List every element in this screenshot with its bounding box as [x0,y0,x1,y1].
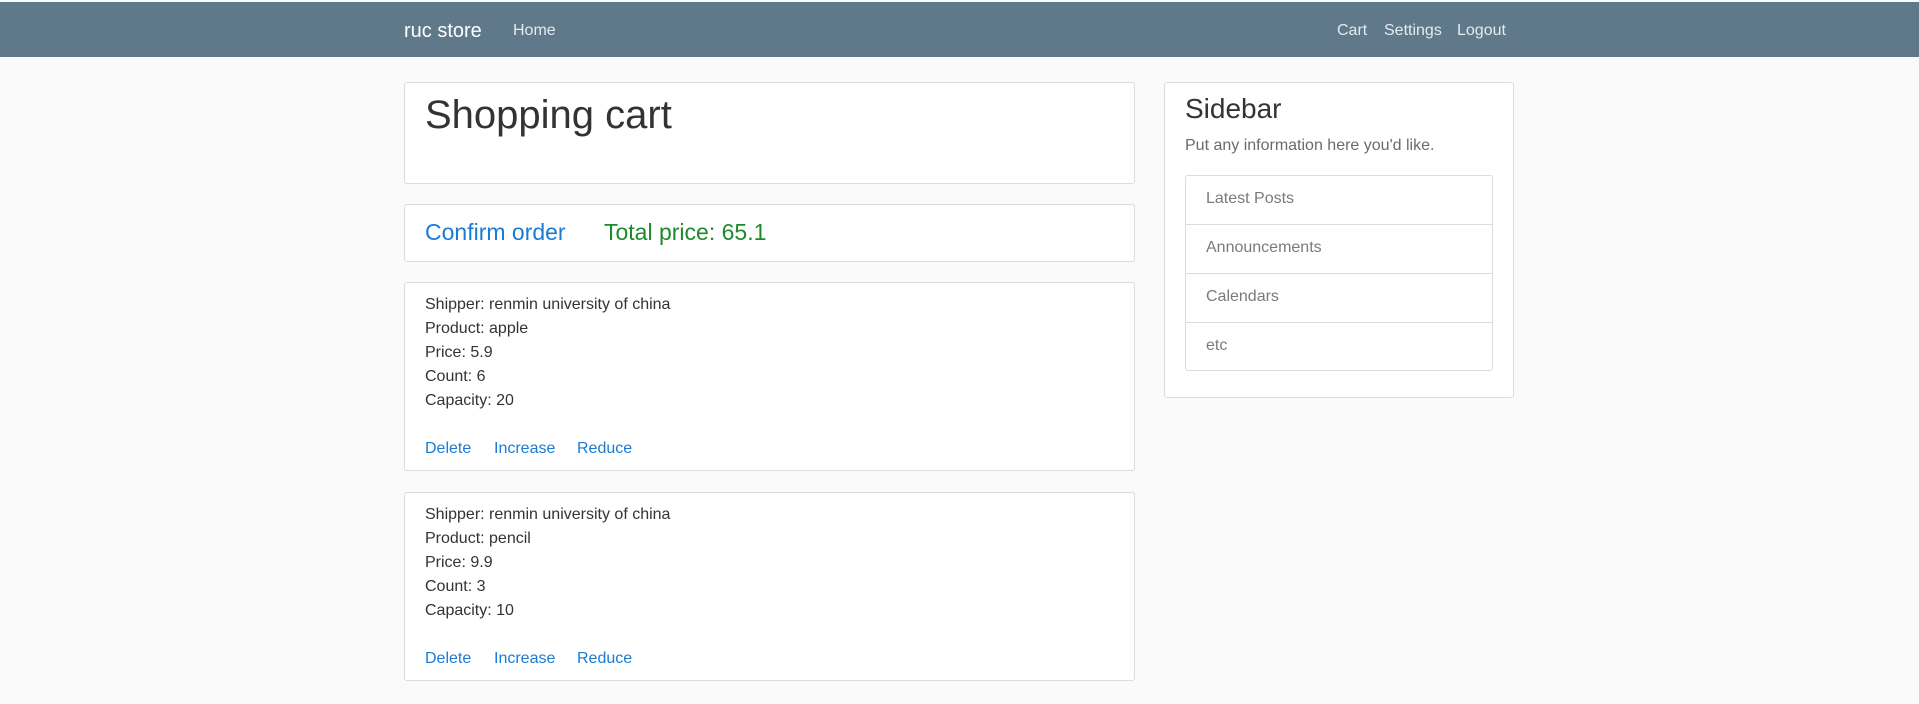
order-summary-card: Confirm order Total price: 65.1 [404,204,1135,262]
total-price: Total price: 65.1 [604,219,767,245]
reduce-link[interactable]: Reduce [577,440,632,458]
item-shipper: Shipper: renmin university of china [425,506,671,523]
nav-cart-link[interactable]: Cart [1337,22,1367,40]
sidebar-title: Sidebar [1185,93,1282,124]
sidebar-item-latest-posts[interactable]: Latest Posts [1186,176,1492,225]
delete-link[interactable]: Delete [425,440,471,458]
item-product: Product: pencil [425,530,531,547]
sidebar-item-etc[interactable]: etc [1186,323,1492,372]
item-capacity: Capacity: 20 [425,392,514,409]
nav-settings-link[interactable]: Settings [1384,22,1442,40]
sidebar-item-label: Calendars [1206,288,1279,305]
nav-home-link[interactable]: Home [513,22,556,40]
item-price: Price: 9.9 [425,554,493,571]
increase-link[interactable]: Increase [494,440,555,458]
cart-item: Shipper: renmin university of china Prod… [404,282,1135,471]
page-title-card: Shopping cart [404,82,1135,184]
sidebar-description: Put any information here you'd like. [1185,137,1435,154]
reduce-link[interactable]: Reduce [577,650,632,668]
item-product: Product: apple [425,320,529,337]
sidebar-item-announcements[interactable]: Announcements [1186,225,1492,274]
increase-link[interactable]: Increase [494,650,555,668]
cart-item: Shipper: renmin university of china Prod… [404,492,1135,681]
sidebar-item-label: etc [1206,337,1228,354]
item-count: Count: 6 [425,368,486,385]
item-shipper: Shipper: renmin university of china [425,296,671,313]
brand-link[interactable]: ruc store [404,20,482,43]
confirm-order-link[interactable]: Confirm order [425,219,566,246]
sidebar-item-calendars[interactable]: Calendars [1186,274,1492,323]
item-price: Price: 5.9 [425,344,493,361]
delete-link[interactable]: Delete [425,650,471,668]
sidebar-item-label: Latest Posts [1206,190,1295,207]
item-capacity: Capacity: 10 [425,602,514,619]
sidebar-item-label: Announcements [1206,239,1322,256]
item-count: Count: 3 [425,578,486,595]
top-navbar: ruc store Home Cart Settings Logout [0,2,1919,57]
page-title: Shopping cart [425,93,672,137]
sidebar-list: Latest Posts Announcements Calendars etc [1185,175,1493,371]
sidebar: Sidebar Put any information here you'd l… [1164,82,1514,398]
nav-logout-link[interactable]: Logout [1457,22,1506,40]
